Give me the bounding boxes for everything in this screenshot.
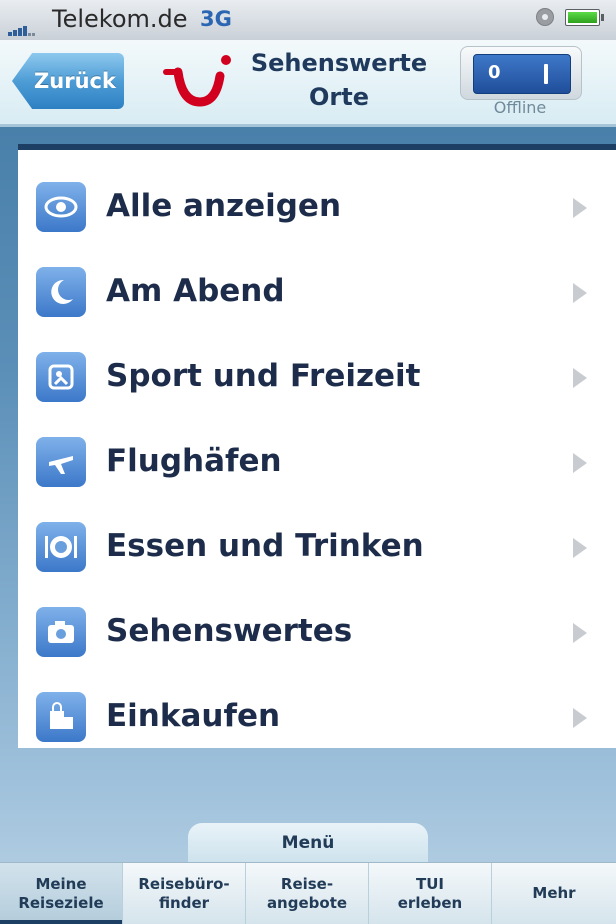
list-item-label: Alle anzeigen: [106, 188, 342, 224]
tab-label-line-2: erleben: [397, 893, 463, 912]
toggle-state-label: 0: [488, 62, 501, 83]
list-item-einkaufen[interactable]: Einkaufen: [18, 670, 616, 755]
status-bar: Telekom.de 3G: [0, 0, 616, 41]
list-item-label: Essen und Trinken: [106, 528, 424, 564]
title-line-2: Orte: [309, 83, 369, 111]
menu-tab[interactable]: Menü: [188, 823, 428, 863]
airplane-icon: [36, 437, 86, 487]
tab-reise-angebote[interactable]: Reise-angebote: [246, 863, 369, 924]
list-item-alle-anzeigen[interactable]: Alle anzeigen: [18, 160, 616, 245]
list-item-label: Sport und Freizeit: [106, 358, 421, 394]
chevron-right-icon: [573, 623, 587, 643]
tab-label-line-2: Reiseziele: [18, 893, 104, 912]
navigation-bar: Zurück Sehenswerte Orte 0 Offline: [0, 40, 616, 127]
offline-toggle[interactable]: 0: [473, 54, 571, 94]
page-title: Sehenswerte Orte: [248, 46, 430, 114]
bottom-tab-bar: Meine Reiseziele Reisebüro-finder Reise-a…: [0, 862, 616, 924]
tab-label-line-2: finder: [158, 893, 210, 912]
chevron-right-icon: [573, 538, 587, 558]
tab-label-line-1: TUI: [415, 874, 444, 893]
tab-mehr[interactable]: Mehr: [492, 863, 616, 924]
tui-logo: [163, 55, 231, 107]
list-item-sport-und-freizeit[interactable]: Sport und Freizeit: [18, 330, 616, 415]
list-item-label: Einkaufen: [106, 698, 281, 734]
tab-label-line-2: angebote: [266, 893, 348, 912]
category-list: Alle anzeigen Am Abend Sport und Freizei…: [18, 144, 616, 748]
eye-icon: [36, 182, 86, 232]
carrier-name: Telekom.de: [52, 5, 188, 33]
tab-tui-erleben[interactable]: TUI erleben: [369, 863, 492, 924]
list-item-flughaefen[interactable]: Flughäfen: [18, 415, 616, 500]
chevron-right-icon: [573, 198, 587, 218]
signal-strength-icon: [8, 17, 36, 36]
list-item-sehenswertes[interactable]: Sehenswertes: [18, 585, 616, 670]
toggle-on-marker: [544, 64, 548, 84]
title-line-1: Sehenswerte: [250, 49, 428, 77]
list-item-essen-und-trinken[interactable]: Essen und Trinken: [18, 500, 616, 585]
sport-icon: [36, 352, 86, 402]
network-type: 3G: [200, 7, 232, 31]
plate-icon: [36, 522, 86, 572]
tab-label: Mehr: [532, 884, 576, 902]
tab-reisebuero-finder[interactable]: Reisebüro-finder: [123, 863, 246, 924]
offline-label: Offline: [493, 98, 547, 117]
tab-meine-reiseziele[interactable]: Meine Reiseziele: [0, 863, 123, 924]
list-item-label: Am Abend: [106, 273, 285, 309]
tab-label-line-1: Meine: [35, 874, 87, 893]
camera-icon: [36, 607, 86, 657]
list-item-label: Sehenswertes: [106, 613, 353, 649]
offline-toggle-container: 0: [460, 46, 582, 100]
tab-label-line-1: Reise-: [280, 874, 334, 893]
list-item-label: Flughäfen: [106, 443, 282, 479]
battery-icon: [565, 9, 604, 26]
chevron-right-icon: [573, 368, 587, 388]
chevron-right-icon: [573, 708, 587, 728]
moon-icon: [36, 267, 86, 317]
chevron-right-icon: [573, 453, 587, 473]
list-item-am-abend[interactable]: Am Abend: [18, 245, 616, 330]
alarm-icon: [536, 8, 554, 26]
tab-label-line-1: Reisebüro-: [138, 874, 230, 893]
back-button[interactable]: Zurück: [12, 53, 124, 109]
chevron-right-icon: [573, 283, 587, 303]
shopping-icon: [36, 692, 86, 742]
